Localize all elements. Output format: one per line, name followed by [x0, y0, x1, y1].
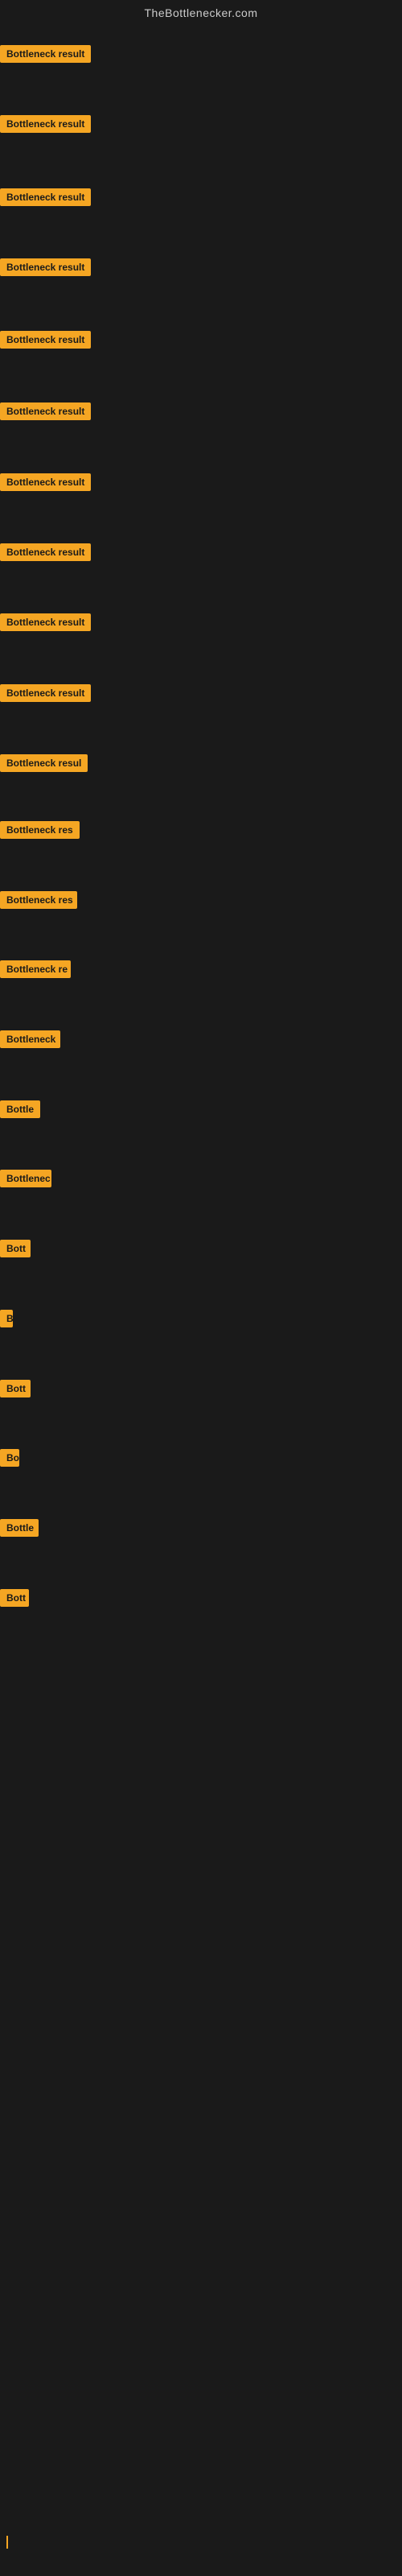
bottleneck-badge-label-9: Bottleneck result — [0, 613, 91, 631]
bottleneck-badge-1[interactable]: Bottleneck result — [0, 45, 91, 67]
bottleneck-badge-label-15: Bottleneck — [0, 1030, 60, 1048]
bottleneck-badge-5[interactable]: Bottleneck result — [0, 331, 91, 353]
bottleneck-badge-label-21: Bo — [0, 1449, 19, 1467]
bottleneck-badge-label-5: Bottleneck result — [0, 331, 91, 349]
bottleneck-badge-7[interactable]: Bottleneck result — [0, 473, 91, 495]
bottleneck-badge-15[interactable]: Bottleneck — [0, 1030, 60, 1052]
bottleneck-badge-label-20: Bott — [0, 1380, 31, 1397]
bottleneck-badge-6[interactable]: Bottleneck result — [0, 402, 91, 424]
bottleneck-badge-4[interactable]: Bottleneck result — [0, 258, 91, 280]
bottleneck-badge-22[interactable]: Bottle — [0, 1519, 39, 1541]
bottleneck-badge-label-23: Bott — [0, 1589, 29, 1607]
bottleneck-badge-23[interactable]: Bott — [0, 1589, 29, 1611]
bottleneck-badge-3[interactable]: Bottleneck result — [0, 188, 91, 210]
bottleneck-badge-label-14: Bottleneck re — [0, 960, 71, 978]
bottleneck-badge-8[interactable]: Bottleneck result — [0, 543, 91, 565]
site-title: TheBottlenecker.com — [0, 0, 402, 23]
bottleneck-badge-label-13: Bottleneck res — [0, 891, 77, 909]
bottleneck-badge-18[interactable]: Bott — [0, 1240, 31, 1261]
bottleneck-badge-13[interactable]: Bottleneck res — [0, 891, 77, 913]
bottleneck-badge-label-11: Bottleneck resul — [0, 754, 88, 772]
bottleneck-badge-16[interactable]: Bottle — [0, 1100, 40, 1122]
bottleneck-badge-label-8: Bottleneck result — [0, 543, 91, 561]
bottleneck-badge-label-18: Bott — [0, 1240, 31, 1257]
bottleneck-badge-label-7: Bottleneck result — [0, 473, 91, 491]
text-cursor — [6, 2536, 8, 2549]
bottleneck-badge-19[interactable]: B — [0, 1310, 13, 1331]
bottleneck-badge-label-2: Bottleneck result — [0, 115, 91, 133]
bottleneck-badge-20[interactable]: Bott — [0, 1380, 31, 1402]
bottleneck-badge-11[interactable]: Bottleneck resul — [0, 754, 88, 776]
bottleneck-badge-17[interactable]: Bottlenec — [0, 1170, 51, 1191]
bottleneck-badge-label-3: Bottleneck result — [0, 188, 91, 206]
bottleneck-badge-12[interactable]: Bottleneck res — [0, 821, 80, 843]
bottleneck-badge-label-6: Bottleneck result — [0, 402, 91, 420]
bottleneck-badge-21[interactable]: Bo — [0, 1449, 19, 1471]
bottleneck-badge-label-12: Bottleneck res — [0, 821, 80, 839]
bottleneck-badge-14[interactable]: Bottleneck re — [0, 960, 71, 982]
bottleneck-badge-label-22: Bottle — [0, 1519, 39, 1537]
bottleneck-badge-10[interactable]: Bottleneck result — [0, 684, 91, 706]
bottleneck-badge-label-19: B — [0, 1310, 13, 1327]
bottleneck-badge-label-10: Bottleneck result — [0, 684, 91, 702]
bottleneck-badge-label-4: Bottleneck result — [0, 258, 91, 276]
bottleneck-badge-label-17: Bottlenec — [0, 1170, 51, 1187]
bottleneck-badge-2[interactable]: Bottleneck result — [0, 115, 91, 137]
bottleneck-badge-9[interactable]: Bottleneck result — [0, 613, 91, 635]
bottleneck-badge-label-16: Bottle — [0, 1100, 40, 1118]
bottleneck-badge-label-1: Bottleneck result — [0, 45, 91, 63]
